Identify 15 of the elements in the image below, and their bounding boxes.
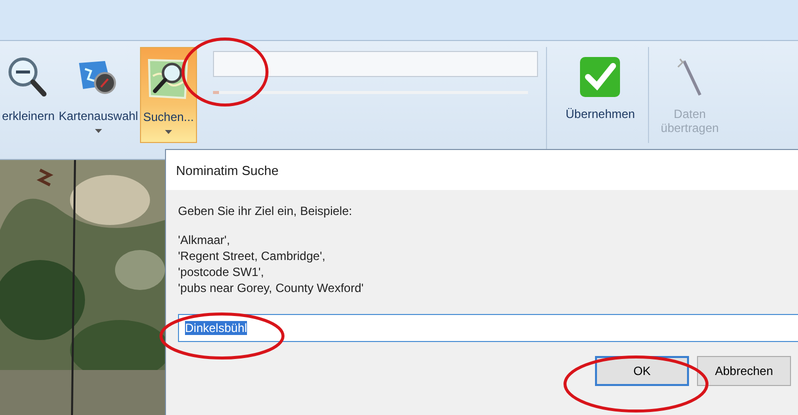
apply-button[interactable]: Übernehmen xyxy=(552,47,649,143)
dialog-button[interactable]: OK xyxy=(595,356,689,386)
ribbon-button[interactable]: Kartenauswahl xyxy=(56,47,140,143)
example-text: 'Alkmaar', xyxy=(178,232,231,248)
example-text: 'postcode SW1', xyxy=(178,264,265,280)
text-field[interactable] xyxy=(212,51,538,77)
prompt-text: Geben Sie ihr Ziel ein, Beispiele: xyxy=(178,204,354,218)
ribbon-button[interactable]: Suchen... xyxy=(140,47,197,143)
dialog-button[interactable]: Abbrechen xyxy=(697,356,791,386)
ribbon-button[interactable]: erkleinern xyxy=(0,47,57,143)
dialog-title: Nominatim Suche xyxy=(176,162,279,178)
search-field[interactable]: Dinkelsbühl xyxy=(178,314,798,342)
checkmark-icon xyxy=(578,55,622,99)
example-text: 'Regent Street, Cambridge', xyxy=(178,248,326,264)
example-text: 'pubs near Gorey, County Wexford' xyxy=(178,280,365,296)
